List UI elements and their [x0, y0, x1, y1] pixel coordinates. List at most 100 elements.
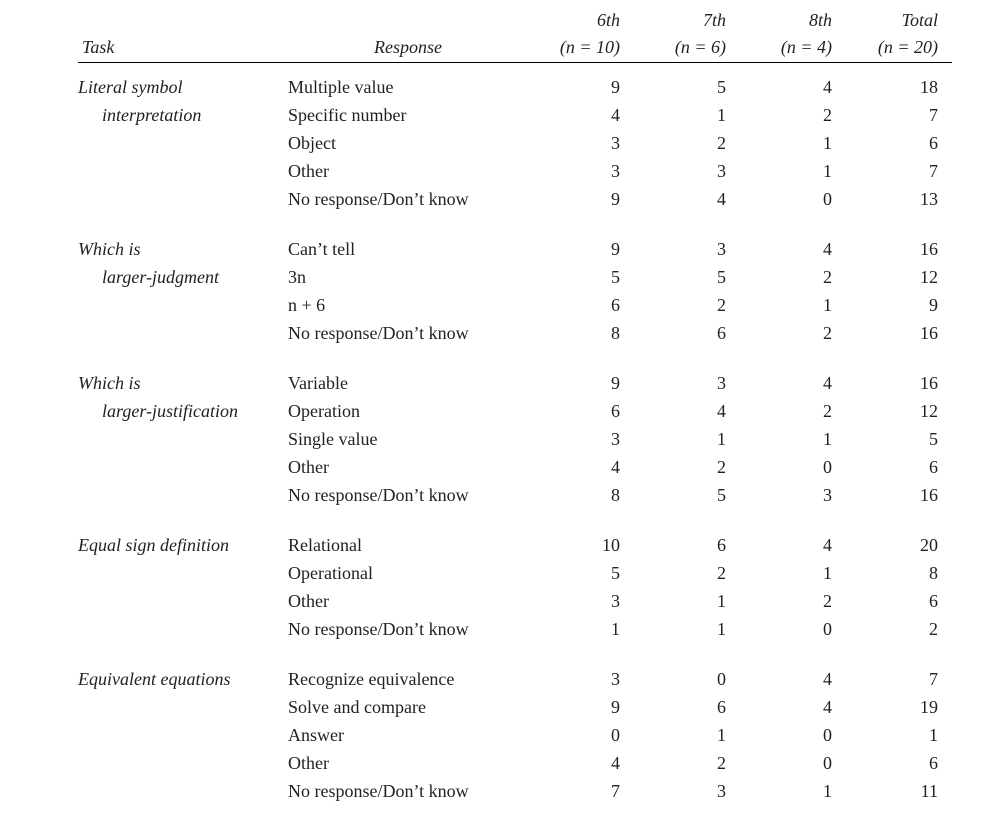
value-cell: 5 [634, 264, 740, 292]
value-cell: 12 [846, 264, 952, 292]
value-cell: 4 [740, 666, 846, 694]
task-cell [78, 560, 288, 588]
task-cell [78, 320, 288, 348]
value-cell: 9 [528, 370, 634, 398]
response-cell: No response/Don’t know [288, 778, 528, 806]
table-row: larger-judgment3n55212 [78, 264, 952, 292]
value-cell: 2 [634, 130, 740, 158]
value-cell: 5 [528, 560, 634, 588]
table-row: No response/Don’t know86216 [78, 320, 952, 348]
value-cell: 1 [740, 426, 846, 454]
value-cell: 0 [740, 722, 846, 750]
col-header-total-top: Total [846, 10, 952, 35]
value-cell: 6 [846, 750, 952, 778]
table-row: No response/Don’t know85316 [78, 482, 952, 510]
value-cell: 2 [740, 398, 846, 426]
value-cell: 9 [528, 236, 634, 264]
response-cell: Variable [288, 370, 528, 398]
response-cell: Solve and compare [288, 694, 528, 722]
response-cell: Single value [288, 426, 528, 454]
value-cell: 2 [634, 560, 740, 588]
value-cell: 7 [528, 778, 634, 806]
response-cell: 3n [288, 264, 528, 292]
response-cell: Operation [288, 398, 528, 426]
value-cell: 1 [846, 722, 952, 750]
value-cell: 3 [528, 426, 634, 454]
value-cell: 2 [634, 292, 740, 320]
value-cell: 0 [634, 666, 740, 694]
response-cell: Other [288, 588, 528, 616]
value-cell: 2 [634, 454, 740, 482]
table-header: 6th 7th 8th Total Task Response (n = 10)… [78, 10, 952, 63]
task-cell [78, 454, 288, 482]
response-cell: No response/Don’t know [288, 482, 528, 510]
table-row: Equivalent equationsRecognize equivalenc… [78, 666, 952, 694]
value-cell: 6 [634, 532, 740, 560]
table-row: Answer0101 [78, 722, 952, 750]
value-cell: 2 [846, 616, 952, 644]
task-cell: Equal sign definition [78, 532, 288, 560]
task-cell [78, 186, 288, 214]
value-cell: 3 [528, 130, 634, 158]
value-cell: 5 [846, 426, 952, 454]
table-row: Which isCan’t tell93416 [78, 236, 952, 264]
value-cell: 6 [846, 130, 952, 158]
value-cell: 0 [740, 186, 846, 214]
table-row: Single value3115 [78, 426, 952, 454]
value-cell: 7 [846, 158, 952, 186]
value-cell: 20 [846, 532, 952, 560]
task-cell: Equivalent equations [78, 666, 288, 694]
value-cell: 3 [634, 778, 740, 806]
value-cell: 18 [846, 63, 952, 102]
table-body: Literal symbolMultiple value95418interpr… [78, 63, 952, 806]
value-cell: 0 [740, 750, 846, 778]
task-cell: larger-justification [78, 398, 288, 426]
value-cell: 4 [740, 370, 846, 398]
response-cell: Specific number [288, 102, 528, 130]
value-cell: 8 [846, 560, 952, 588]
value-cell: 4 [740, 63, 846, 102]
task-cell [78, 722, 288, 750]
response-cell: Can’t tell [288, 236, 528, 264]
value-cell: 3 [634, 370, 740, 398]
response-cell: Other [288, 750, 528, 778]
group-gap [78, 214, 952, 236]
value-cell: 1 [634, 588, 740, 616]
response-cell: No response/Don’t know [288, 186, 528, 214]
value-cell: 5 [528, 264, 634, 292]
table-row: Which isVariable93416 [78, 370, 952, 398]
group-gap [78, 348, 952, 370]
data-table: 6th 7th 8th Total Task Response (n = 10)… [78, 10, 952, 806]
value-cell: 11 [846, 778, 952, 806]
value-cell: 1 [634, 102, 740, 130]
value-cell: 16 [846, 370, 952, 398]
task-cell: interpretation [78, 102, 288, 130]
task-cell: Which is [78, 236, 288, 264]
col-header-8th-bot: (n = 4) [740, 35, 846, 63]
value-cell: 7 [846, 102, 952, 130]
task-cell-line2: larger-judgment [78, 267, 284, 288]
value-cell: 1 [740, 130, 846, 158]
task-cell [78, 778, 288, 806]
value-cell: 16 [846, 236, 952, 264]
value-cell: 2 [634, 750, 740, 778]
value-cell: 1 [634, 722, 740, 750]
value-cell: 2 [740, 264, 846, 292]
task-cell [78, 616, 288, 644]
value-cell: 0 [740, 616, 846, 644]
table-row: n + 66219 [78, 292, 952, 320]
value-cell: 5 [634, 63, 740, 102]
task-cell [78, 292, 288, 320]
table-row: Other4206 [78, 750, 952, 778]
value-cell: 13 [846, 186, 952, 214]
table-row: Literal symbolMultiple value95418 [78, 63, 952, 102]
value-cell: 1 [634, 426, 740, 454]
value-cell: 4 [528, 102, 634, 130]
response-cell: No response/Don’t know [288, 616, 528, 644]
task-cell: Which is [78, 370, 288, 398]
value-cell: 4 [634, 186, 740, 214]
task-cell [78, 482, 288, 510]
task-cell [78, 750, 288, 778]
table-row: Other4206 [78, 454, 952, 482]
response-cell: Answer [288, 722, 528, 750]
